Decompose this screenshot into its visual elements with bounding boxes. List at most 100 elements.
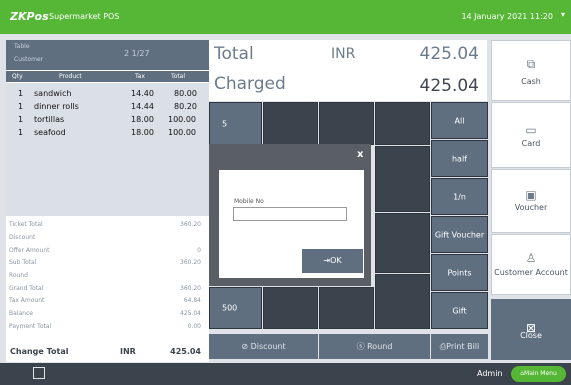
item-tax: 14.40: [131, 89, 154, 98]
total-row-value: 0: [197, 247, 201, 254]
total-row-label: Ticket Total: [9, 221, 43, 228]
total-row-value: 360.20: [180, 285, 201, 292]
half-button[interactable]: half: [431, 140, 488, 177]
round-icon: ⓢ: [356, 342, 368, 351]
key-500[interactable]: 500: [209, 287, 262, 329]
gift-voucher-button[interactable]: Gift Voucher: [431, 216, 488, 253]
ok-button[interactable]: ⇥OK: [302, 249, 363, 273]
gift-voucher-label: Gift Voucher: [434, 230, 485, 239]
total-row: Round: [6, 272, 209, 283]
table-number: 2 1/27: [124, 49, 150, 58]
one-n-button[interactable]: 1/n: [431, 178, 488, 215]
total-row-label: Balance: [9, 310, 33, 317]
print-bill-button[interactable]: ⎙Print Bill: [431, 334, 488, 359]
key-blank[interactable]: [375, 146, 430, 212]
item-total: 100.00: [168, 115, 196, 124]
user-icon: ♙: [525, 251, 537, 265]
mobile-label: Mobile No: [234, 198, 264, 205]
charged-value: 425.04: [419, 76, 479, 96]
total-value: 425.04: [419, 44, 479, 64]
total-row-label: Tax Amount: [9, 297, 45, 304]
item-tax: 14.44: [131, 102, 154, 111]
item-tax: 18.00: [131, 128, 154, 137]
card-icon: ▭: [525, 123, 537, 137]
total-row-label: Payment Total: [9, 323, 52, 330]
cash-label: Cash: [521, 77, 541, 86]
card-button[interactable]: ▭ Card: [491, 102, 571, 168]
close-label: Close: [520, 331, 542, 340]
item-total: 100.00: [168, 128, 196, 137]
customer-account-button[interactable]: ♙ Customer Account: [491, 234, 571, 295]
qty-header: Qty: [12, 73, 23, 80]
points-button[interactable]: Points: [431, 254, 488, 291]
voucher-button[interactable]: ▣ Voucher: [491, 169, 571, 233]
top-bar: ZKPos Supermarket POS 14 January 2021 11…: [0, 0, 571, 34]
total-row: Discount: [6, 234, 209, 245]
total-row: Tax Amount 64.84: [6, 297, 209, 308]
key-blank[interactable]: [375, 213, 430, 273]
item-product: seafood: [34, 128, 66, 137]
item-total: 80.20: [174, 102, 197, 111]
table-label: Table: [14, 43, 30, 50]
total-row: Sub Total 360.20: [6, 259, 209, 270]
currency-label: INR: [331, 46, 356, 62]
list-item[interactable]: 1 seafood 18.00 100.00: [6, 128, 209, 140]
key-blank[interactable]: [319, 287, 374, 329]
datetime: 14 January 2021 11:20: [461, 12, 553, 21]
key-500-label: 500: [222, 303, 238, 313]
total-row-label: Grand Total: [9, 285, 44, 292]
change-total-row: Change Total INR 425.04: [6, 347, 209, 359]
all-button[interactable]: All: [431, 102, 488, 139]
total-row-value: 425.04: [180, 310, 201, 317]
key-blank[interactable]: [263, 287, 318, 329]
item-qty: 1: [18, 128, 24, 137]
customer-label: Customer: [14, 56, 44, 63]
list-item[interactable]: 1 sandwich 14.40 80.00: [6, 89, 209, 101]
customer-account-label: Customer Account: [494, 268, 568, 277]
item-product: tortillas: [34, 115, 65, 124]
total-row-label: Discount: [9, 234, 36, 241]
close-button[interactable]: ⊠ Close: [491, 299, 571, 360]
chevron-down-icon[interactable]: ▾: [561, 10, 565, 19]
item-product: dinner rolls: [34, 102, 79, 111]
key-blank[interactable]: [375, 102, 430, 145]
key-blank[interactable]: [375, 274, 430, 329]
one-n-label: 1/n: [453, 192, 466, 201]
total-row-label: Offer Amount: [9, 247, 50, 254]
round-label: Round: [367, 342, 393, 351]
table-info[interactable]: Table Customer 2 1/27: [6, 40, 209, 70]
change-total-label: Change Total: [10, 347, 69, 356]
product-header: Product: [59, 73, 82, 80]
total-row: Grand Total 360.20: [6, 285, 209, 296]
points-label: Points: [447, 268, 472, 277]
item-qty: 1: [18, 89, 24, 98]
voucher-icon: ▣: [525, 188, 537, 202]
list-item[interactable]: 1 tortillas 18.00 100.00: [6, 115, 209, 127]
summary-panel: Total INR 425.04 Charged 425.04: [209, 40, 487, 101]
key-blank[interactable]: [319, 102, 374, 145]
gift-label: Gift: [452, 306, 467, 315]
gift-button[interactable]: Gift: [431, 292, 488, 329]
printer-icon[interactable]: [33, 367, 45, 379]
main-menu-button[interactable]: ⌂Main Menu: [511, 366, 566, 382]
list-item[interactable]: 1 dinner rolls 14.44 80.20: [6, 102, 209, 114]
cash-button[interactable]: ⧉ Cash: [491, 40, 571, 101]
tax-header: Tax: [135, 73, 145, 80]
user-name: Admin: [477, 369, 503, 378]
mobile-dialog: Mobile No ⇥OK: [219, 170, 364, 278]
total-row: Offer Amount 0: [6, 247, 209, 258]
total-row: Payment Total 0.00: [6, 323, 209, 334]
close-icon[interactable]: x: [357, 149, 363, 160]
round-button[interactable]: ⓢ Round: [319, 334, 430, 359]
item-total: 80.00: [174, 89, 197, 98]
order-panel: Table Customer 2 1/27 Qty Product Tax To…: [6, 40, 209, 362]
discount-button[interactable]: ⊘ Discount: [209, 334, 318, 359]
key-blank[interactable]: [263, 102, 318, 145]
card-label: Card: [521, 139, 541, 148]
key-5[interactable]: 5: [209, 102, 262, 145]
item-qty: 1: [18, 115, 24, 124]
total-row-value: 0.00: [187, 323, 201, 330]
total-row-label: Sub Total: [9, 259, 37, 266]
mobile-input[interactable]: [233, 207, 347, 221]
ok-label: OK: [330, 256, 342, 265]
